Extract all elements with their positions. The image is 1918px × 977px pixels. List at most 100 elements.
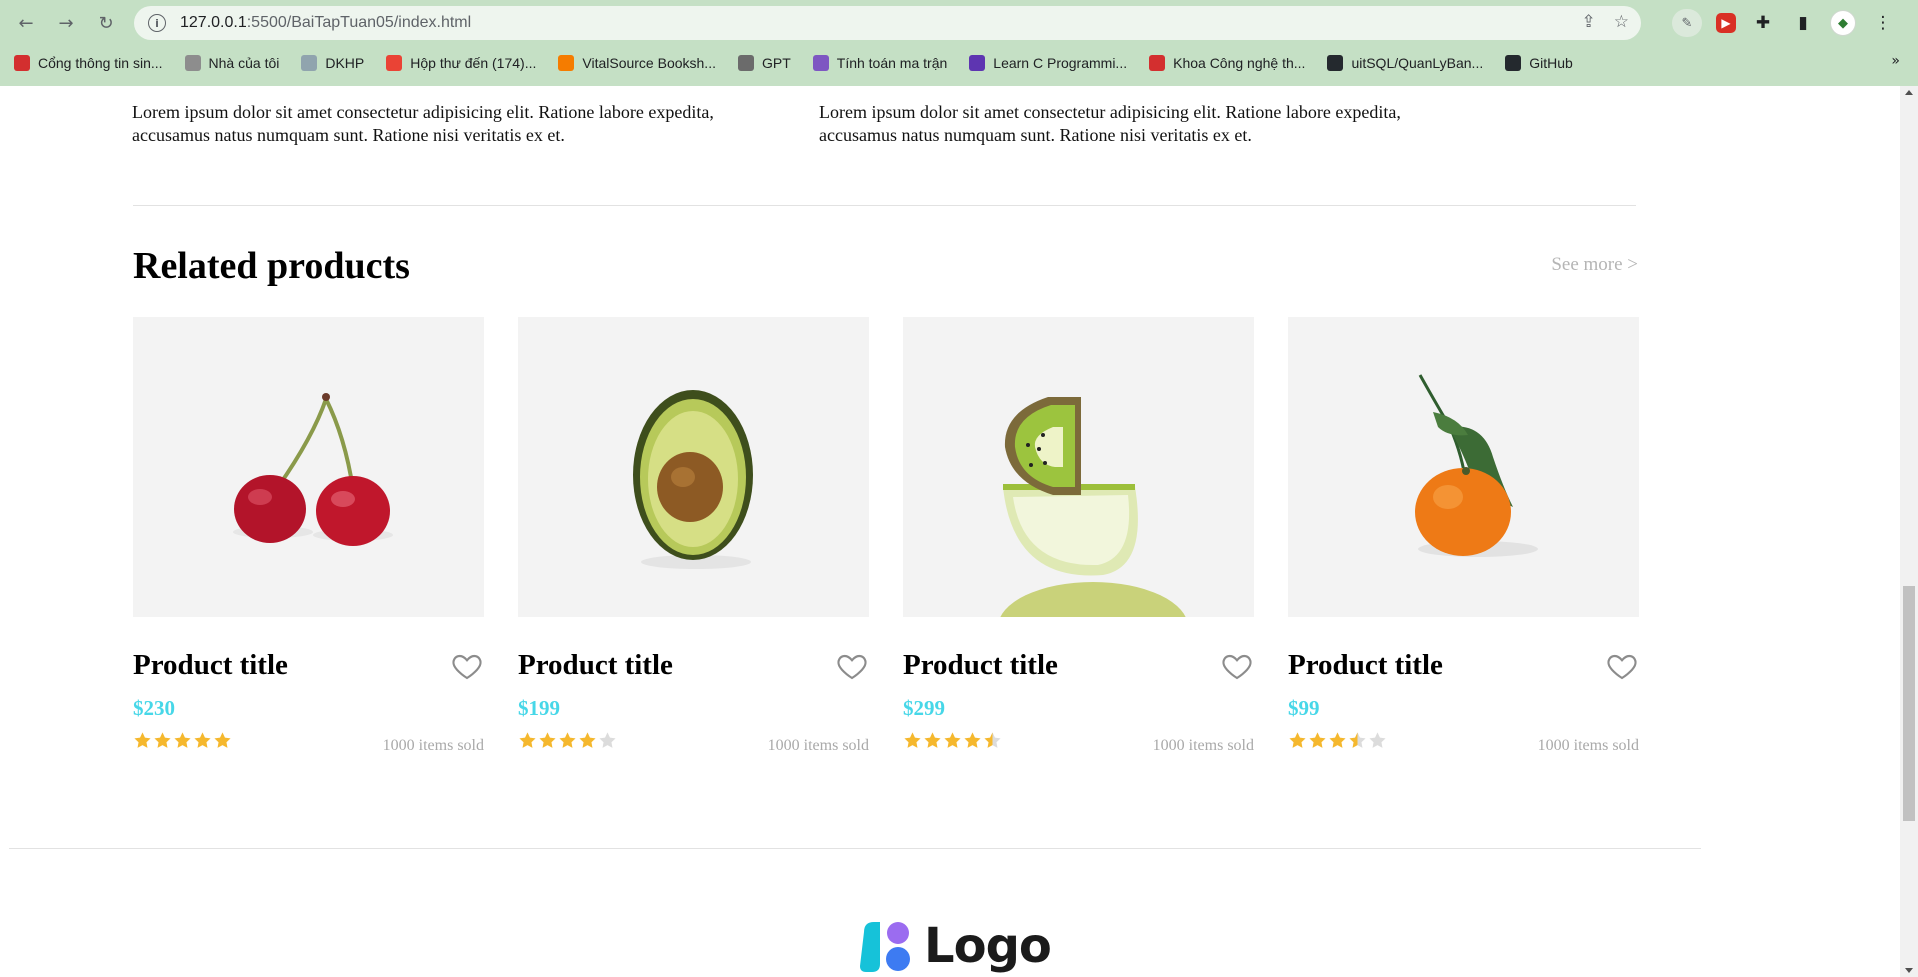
bookmark-item[interactable]: Khoa Công nghệ th... (1149, 55, 1305, 71)
gmail-icon (386, 55, 403, 71)
url-host: 127.0.0.1 (180, 14, 247, 31)
url-text[interactable]: 127.0.0.1:5500/BaiTapTuan05/index.html (180, 14, 471, 32)
related-products-title: Related products (133, 245, 410, 287)
star-icon (194, 732, 211, 748)
forward-icon[interactable]: → (52, 9, 80, 37)
footer-divider (9, 848, 1701, 849)
star-icon (579, 732, 596, 748)
product-card[interactable]: Product title $230 1000 items sold (133, 317, 484, 754)
product-card[interactable]: Product title $299 1000 items sold (903, 317, 1254, 754)
product-image[interactable] (518, 317, 869, 617)
section-divider (133, 205, 1636, 206)
logo-text: Logo (924, 918, 1052, 974)
bookmark-item[interactable]: Cổng thông tin sin... (14, 55, 163, 71)
bookmark-item[interactable]: GitHub (1505, 55, 1573, 71)
bookmark-label: Hộp thư đến (174)... (410, 55, 537, 71)
favorite-heart-icon[interactable] (1220, 650, 1254, 682)
back-icon[interactable]: ← (12, 9, 40, 37)
bookmark-label: GPT (761, 55, 791, 71)
star-icon (599, 732, 616, 748)
extensions-puzzle-icon[interactable]: ✚ (1750, 10, 1776, 36)
star-icon (519, 732, 536, 748)
bookmark-label: Khoa Công nghệ th... (1173, 55, 1306, 71)
bookmark-item[interactable]: GPT (737, 55, 791, 71)
description-left: Lorem ipsum dolor sit amet consectetur a… (132, 102, 714, 145)
profile-avatar[interactable]: ◆ (1830, 10, 1856, 36)
programiz-icon (969, 55, 986, 71)
items-sold: 1000 items sold (382, 737, 484, 754)
product-image[interactable] (1288, 317, 1639, 617)
favorite-heart-icon[interactable] (1605, 650, 1639, 682)
product-title[interactable]: Product title (133, 649, 288, 682)
chatgpt-icon (737, 55, 754, 71)
bookmark-label: GitHub (1529, 55, 1573, 71)
bookmark-item[interactable]: VitalSource Booksh... (558, 55, 716, 71)
favorite-heart-icon[interactable] (450, 650, 484, 682)
bookmark-item[interactable]: uitSQL/QuanLyBan... (1327, 55, 1483, 71)
browser-chrome: ← → ↻ i 127.0.0.1:5500/BaiTapTuan05/inde… (0, 0, 1918, 86)
bookmark-label: Tính toán ma trận (836, 55, 948, 71)
product-card[interactable]: Product title $199 1000 items sold (518, 317, 869, 754)
star-icon (964, 732, 981, 748)
bookmark-icon (558, 55, 575, 71)
star-icon (134, 732, 151, 748)
product-price: $230 (133, 696, 175, 720)
bookmarks-overflow-button[interactable]: » (1891, 53, 1900, 69)
scroll-up-icon[interactable] (1905, 90, 1913, 95)
product-title[interactable]: Product title (903, 649, 1058, 682)
rating-stars (133, 731, 232, 750)
star-icon (539, 732, 556, 748)
scrollbar-thumb[interactable] (1903, 586, 1915, 821)
matrix-icon (812, 55, 829, 71)
page-scrollbar[interactable] (1900, 86, 1918, 977)
star-icon (1369, 732, 1386, 748)
side-panel-icon[interactable]: ▮ (1790, 10, 1816, 36)
page-viewport: Lorem ipsum dolor sit amet consectetur a… (0, 86, 1900, 977)
bookmark-item[interactable]: Nhà của tôi (184, 55, 280, 71)
bookmark-label: DKHP (325, 55, 365, 71)
bookmark-label: Cổng thông tin sin... (38, 55, 163, 71)
bookmarks-bar: Cổng thông tin sin... Nhà của tôi DKHP Hộp … (0, 48, 1918, 78)
bookmark-item[interactable]: Hộp thư đến (174)... (386, 55, 536, 71)
extension-pill-icon[interactable]: ✎ (1672, 9, 1702, 37)
product-price: $99 (1288, 696, 1320, 720)
product-image[interactable] (133, 317, 484, 617)
items-sold: 1000 items sold (1537, 737, 1639, 754)
uit-icon (14, 55, 30, 71)
bookmark-star-icon[interactable]: ☆ (1614, 12, 1629, 32)
favorite-heart-icon[interactable] (835, 650, 869, 682)
product-title[interactable]: Product title (518, 649, 673, 682)
bookmark-label: uitSQL/QuanLyBan... (1351, 55, 1484, 71)
bookmark-item[interactable]: DKHP (301, 55, 364, 71)
scroll-down-icon[interactable] (1905, 968, 1913, 973)
bookmark-item[interactable]: Learn C Programmi... (969, 55, 1127, 71)
footer-logo[interactable]: Logo (858, 918, 1052, 974)
star-icon (904, 732, 921, 748)
browser-toolbar: ← → ↻ i 127.0.0.1:5500/BaiTapTuan05/inde… (0, 0, 1918, 46)
star-icon (984, 732, 1001, 748)
bookmark-label: VitalSource Booksh... (582, 55, 716, 71)
media-extension-icon[interactable]: ▶ (1716, 13, 1736, 33)
product-image[interactable] (903, 317, 1254, 617)
github-icon (1327, 55, 1344, 71)
logo-mark-icon (860, 922, 910, 972)
menu-kebab-icon[interactable]: ⋮ (1870, 10, 1896, 36)
see-more-link[interactable]: See more > (1551, 254, 1638, 276)
product-price: $299 (903, 696, 945, 720)
share-icon[interactable]: ⇪ (1582, 12, 1596, 32)
bookmark-label: Nhà của tôi (208, 55, 280, 71)
star-icon (1329, 732, 1346, 748)
reload-icon[interactable]: ↻ (92, 9, 120, 37)
site-info-icon[interactable]: i (148, 14, 166, 32)
description-right: Lorem ipsum dolor sit amet consectetur a… (819, 102, 1401, 145)
uit-icon (1149, 55, 1166, 71)
url-path: :5500/BaiTapTuan05/index.html (246, 14, 472, 31)
product-price: $199 (518, 696, 560, 720)
bookmark-item[interactable]: Tính toán ma trận (812, 55, 948, 71)
star-icon (559, 732, 576, 748)
address-bar[interactable]: i 127.0.0.1:5500/BaiTapTuan05/index.html… (134, 6, 1641, 40)
star-icon (174, 732, 191, 748)
product-title[interactable]: Product title (1288, 649, 1443, 682)
star-icon (214, 732, 231, 748)
product-card[interactable]: Product title $99 1000 items sold (1288, 317, 1639, 754)
